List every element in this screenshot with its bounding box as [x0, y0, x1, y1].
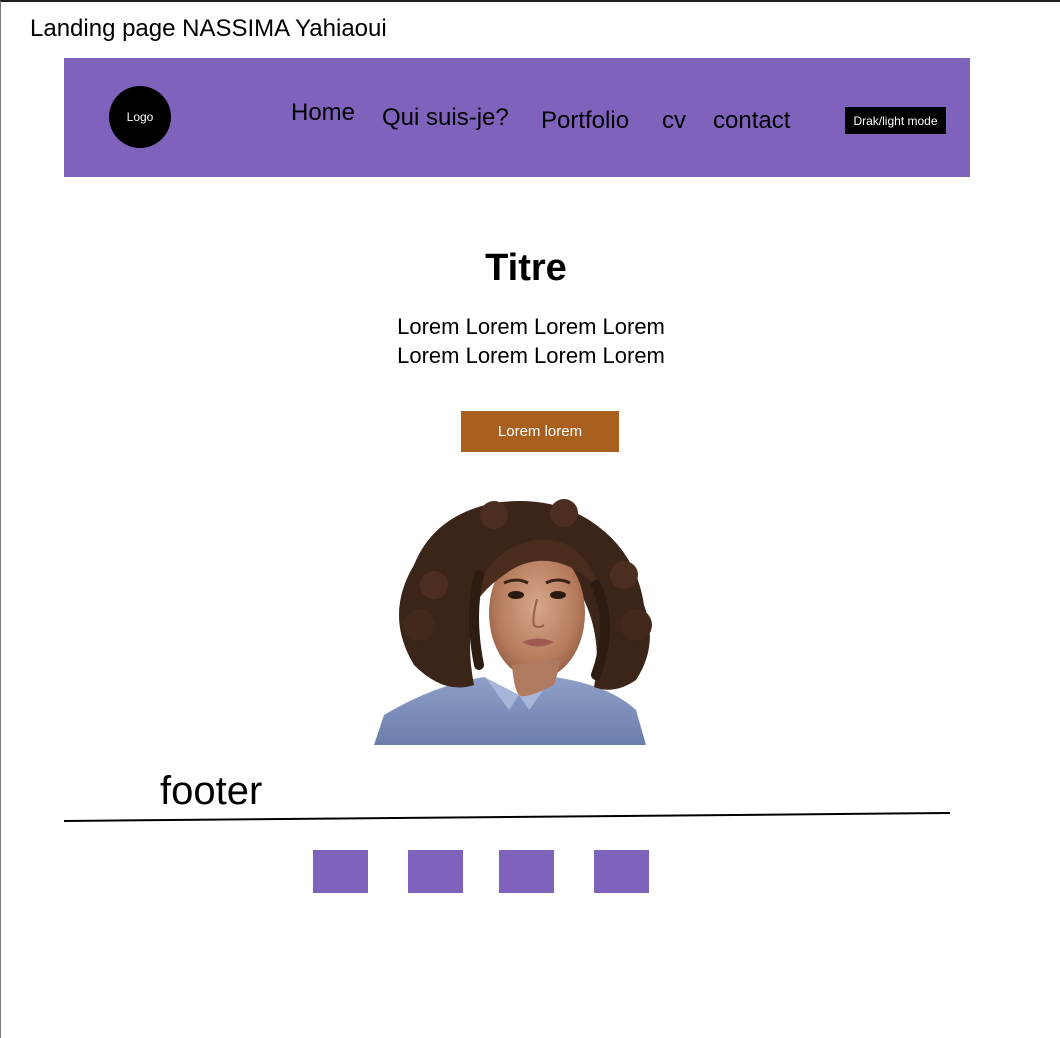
theme-toggle-button[interactable]: Drak/light mode	[845, 107, 946, 134]
hero-text-line: Lorem Lorem Lorem Lorem	[397, 343, 665, 368]
hero-text-line: Lorem Lorem Lorem Lorem	[397, 314, 665, 339]
footer-label: footer	[160, 769, 263, 813]
social-link-3[interactable]	[499, 850, 554, 893]
hero-title: Titre	[1, 245, 1060, 291]
page-title: Landing page NASSIMA Yahiaoui	[30, 15, 387, 42]
logo[interactable]: Logo	[109, 86, 171, 148]
nav-link-portfolio[interactable]: Portfolio	[541, 106, 629, 136]
nav-link-cv[interactable]: cv	[662, 106, 686, 136]
social-link-2[interactable]	[408, 850, 463, 893]
portrait-photo	[374, 499, 652, 745]
nav-link-qui-suis-je[interactable]: Qui suis-je?	[382, 103, 509, 133]
footer-divider	[64, 812, 950, 822]
nav-link-contact[interactable]: contact	[713, 106, 790, 136]
nav-link-home[interactable]: Home	[291, 98, 355, 128]
social-link-4[interactable]	[594, 850, 649, 893]
navbar: Logo Home Qui suis-je? Portfolio cv cont…	[64, 58, 970, 177]
cta-button[interactable]: Lorem lorem	[461, 411, 619, 452]
social-link-1[interactable]	[313, 850, 368, 893]
hero-title-text: Titre	[485, 247, 567, 289]
design-frame: Landing page NASSIMA Yahiaoui Logo Home …	[0, 0, 1060, 1038]
